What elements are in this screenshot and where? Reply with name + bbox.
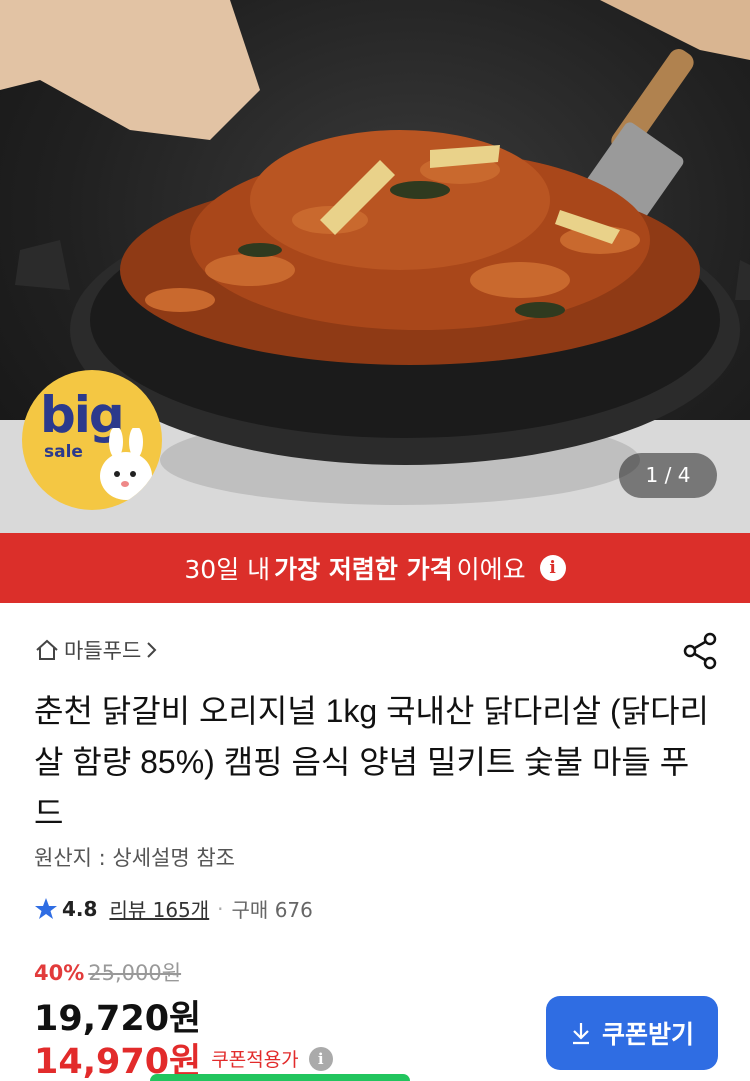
bunny-icon — [100, 428, 152, 500]
bottom-cta-partial[interactable] — [150, 1074, 410, 1081]
store-link[interactable]: 마들푸드 — [34, 635, 159, 665]
chevron-right-icon — [147, 642, 157, 658]
separator-dot: · — [217, 896, 224, 921]
banner-suffix: 이에요 — [456, 555, 526, 584]
home-icon — [36, 639, 58, 660]
discount-percent: 40% — [34, 961, 85, 985]
rating-score: 4.8 — [62, 896, 98, 921]
review-link[interactable]: 리뷰 165개 — [109, 894, 209, 923]
original-price: 25,000원 — [88, 961, 182, 985]
download-icon — [572, 1023, 589, 1045]
coupon-price-label: 쿠폰적용가 — [211, 1049, 299, 1071]
lowest-price-banner[interactable]: 30일 내 가장 저렴한 가격 이에요 i — [0, 533, 750, 603]
image-pager: 1 / 4 — [619, 453, 717, 498]
product-title: 춘천 닭갈비 오리지널 1kg 국내산 닭다리살 (닭다리살 함량 85%) 캠… — [34, 693, 709, 831]
info-icon[interactable]: i — [308, 1046, 333, 1071]
get-coupon-label: 쿠폰받기 — [601, 1021, 694, 1049]
get-coupon-button[interactable]: 쿠폰받기 — [546, 996, 718, 1070]
share-icon[interactable] — [682, 632, 718, 670]
badge-sale-text: sale — [44, 442, 83, 462]
store-name: 마들푸드 — [64, 639, 142, 663]
star-icon — [35, 897, 57, 919]
rating-row: 4.8 리뷰 165개 · 구매 676 — [34, 894, 313, 923]
banner-emphasis: 가장 저렴한 가격 — [274, 555, 453, 584]
banner-prefix: 30일 내 — [184, 555, 271, 584]
purchase-count: 구매 676 — [231, 898, 313, 922]
product-image-carousel[interactable]: big sale 1 / 4 — [0, 0, 750, 533]
discount-row: 40% 25,000원 — [34, 957, 181, 987]
origin-info: 원산지 : 상세설명 참조 — [34, 846, 235, 870]
big-sale-badge: big sale — [22, 370, 162, 510]
info-icon[interactable]: i — [539, 555, 566, 581]
